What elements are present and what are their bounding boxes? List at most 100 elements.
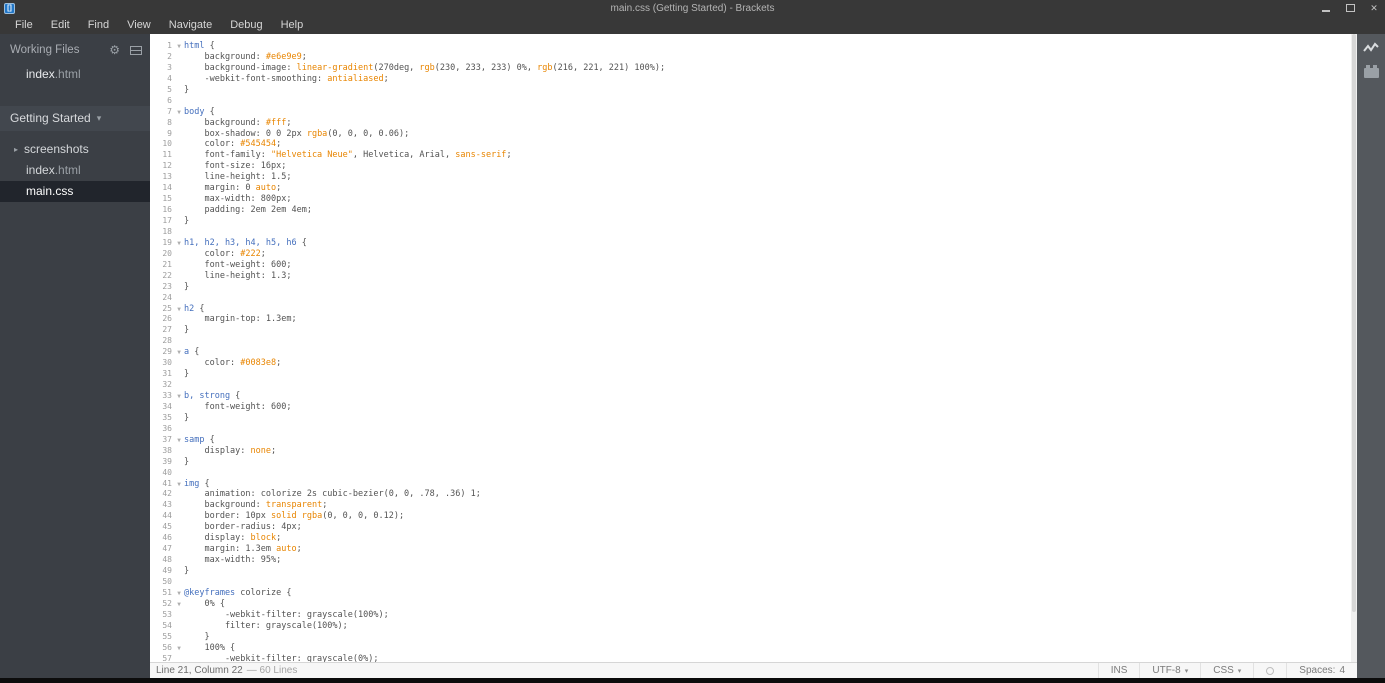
code-text: } [184,369,1351,380]
menu-edit[interactable]: Edit [42,17,79,33]
code-text [184,336,1351,347]
code-text [184,227,1351,238]
fold-gutter [174,249,184,260]
chevron-down-icon: ▾ [1185,667,1189,675]
tree-file-main.css[interactable]: main.css [0,181,150,202]
fold-arrow-icon[interactable]: ▼ [174,304,184,315]
code-line-24: 24 [150,293,1351,304]
fold-arrow-icon[interactable]: ▼ [174,347,184,358]
gear-icon[interactable]: ⚙ [109,43,120,57]
fold-gutter [174,632,184,643]
line-number: 33 [150,391,174,402]
fold-arrow-icon[interactable]: ▼ [174,238,184,249]
code-line-48: 48 max-width: 95%; [150,555,1351,566]
code-text: } [184,413,1351,424]
line-number: 20 [150,249,174,260]
minimize-button[interactable] [1319,2,1333,14]
code-line-5: 5} [150,85,1351,96]
code-line-10: 10 color: #545454; [150,139,1351,150]
split-view-icon[interactable] [130,46,142,55]
line-number: 15 [150,194,174,205]
code-line-26: 26 margin-top: 1.3em; [150,314,1351,325]
code-line-19: 19▼h1, h2, h3, h4, h5, h6 { [150,238,1351,249]
extension-manager-icon[interactable] [1364,68,1379,78]
fold-arrow-icon[interactable]: ▼ [174,41,184,52]
fold-gutter [174,533,184,544]
fold-gutter [174,85,184,96]
scrollbar-thumb[interactable] [1352,34,1356,612]
chevron-down-icon: ▾ [97,113,102,124]
line-number: 34 [150,402,174,413]
code-text: margin-top: 1.3em; [184,314,1351,325]
code-line-40: 40 [150,468,1351,479]
line-number: 35 [150,413,174,424]
fold-arrow-icon[interactable]: ▼ [174,435,184,446]
code-text: color: #545454; [184,139,1351,150]
indent-settings[interactable]: Spaces: 4 [1286,663,1357,678]
tree-file-index.html[interactable]: index.html [0,160,150,181]
fold-arrow-icon[interactable]: ▼ [174,479,184,490]
code-line-57: 57 -webkit-filter: grayscale(0%); [150,654,1351,663]
project-dropdown[interactable]: Getting Started ▾ [0,106,150,131]
code-line-16: 16 padding: 2em 2em 4em; [150,205,1351,216]
menu-find[interactable]: Find [79,17,118,33]
code-text: a { [184,347,1351,358]
line-number: 7 [150,107,174,118]
live-preview-icon[interactable] [1363,42,1379,56]
fold-gutter [174,380,184,391]
language-dropdown[interactable]: CSS ▾ [1200,663,1253,678]
code-editor[interactable]: 1▼html {2 background: #e6e9e9;3 backgrou… [150,34,1351,662]
line-number: 42 [150,489,174,500]
line-number: 1 [150,41,174,52]
close-button[interactable]: ✕ [1367,2,1381,14]
code-text: 100% { [184,643,1351,654]
code-line-31: 31} [150,369,1351,380]
code-line-20: 20 color: #222; [150,249,1351,260]
lint-status[interactable] [1253,663,1286,678]
maximize-button[interactable] [1343,2,1357,14]
fold-gutter [174,118,184,129]
encoding-dropdown[interactable]: UTF-8 ▾ [1139,663,1200,678]
menu-file[interactable]: File [6,17,42,33]
editor-scrollbar[interactable] [1351,34,1357,662]
fold-gutter [174,293,184,304]
fold-gutter [174,325,184,336]
tree-folder-screenshots[interactable]: ▸screenshots [0,139,150,160]
line-number: 23 [150,282,174,293]
overwrite-toggle[interactable]: INS [1098,663,1140,678]
code-text: -webkit-filter: grayscale(0%); [184,654,1351,663]
fold-arrow-icon[interactable]: ▼ [174,599,184,610]
menu-help[interactable]: Help [272,17,313,33]
line-number: 25 [150,304,174,315]
menu-view[interactable]: View [118,17,160,33]
code-line-2: 2 background: #e6e9e9; [150,52,1351,63]
menu-navigate[interactable]: Navigate [160,17,221,33]
code-line-43: 43 background: transparent; [150,500,1351,511]
code-text [184,468,1351,479]
code-text: display: block; [184,533,1351,544]
working-files-label: Working Files [10,44,79,56]
line-number: 55 [150,632,174,643]
fold-arrow-icon[interactable]: ▼ [174,391,184,402]
chevron-right-icon: ▸ [14,145,24,154]
fold-gutter [174,489,184,500]
fold-gutter [174,468,184,479]
fold-arrow-icon[interactable]: ▼ [174,107,184,118]
fold-gutter [174,358,184,369]
fold-arrow-icon[interactable]: ▼ [174,588,184,599]
fold-arrow-icon[interactable]: ▼ [174,643,184,654]
code-line-52: 52▼ 0% { [150,599,1351,610]
right-toolbar [1357,34,1385,678]
line-number: 41 [150,479,174,490]
working-file-index.html[interactable]: index.html [0,63,150,86]
code-text: margin: 0 auto; [184,183,1351,194]
code-text: h1, h2, h3, h4, h5, h6 { [184,238,1351,249]
project-name: Getting Started [10,111,91,125]
code-text: color: #0083e8; [184,358,1351,369]
code-line-9: 9 box-shadow: 0 0 2px rgba(0, 0, 0, 0.06… [150,129,1351,140]
line-number: 40 [150,468,174,479]
code-line-51: 51▼@keyframes colorize { [150,588,1351,599]
code-line-41: 41▼img { [150,479,1351,490]
code-text: font-weight: 600; [184,260,1351,271]
menu-debug[interactable]: Debug [221,17,271,33]
